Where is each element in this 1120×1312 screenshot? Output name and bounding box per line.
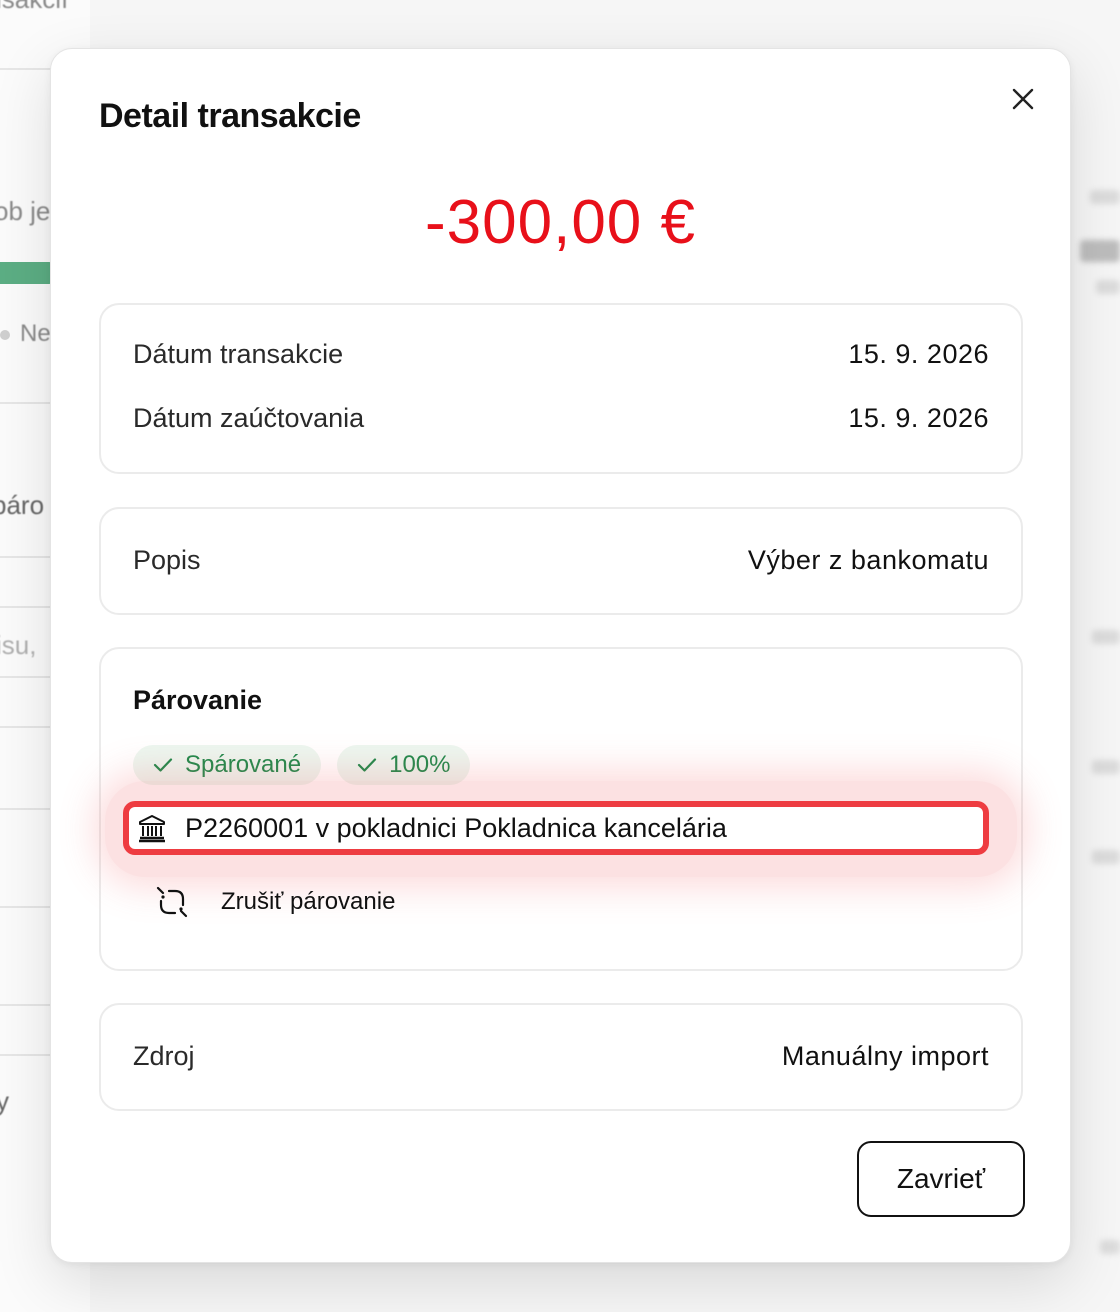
transaction-date-value: 15. 9. 2026	[848, 339, 989, 369]
unlink-icon	[156, 886, 188, 918]
background-text: páro	[0, 490, 45, 520]
description-value: Výber z bankomatu	[747, 545, 989, 575]
background-dot	[0, 330, 10, 340]
match-score-badge: 100%	[337, 745, 471, 785]
transaction-date-row: Dátum transakcie 15. 9. 2026	[133, 339, 989, 370]
pairing-title: Párovanie	[133, 685, 263, 715]
unpair-label: Zrušiť párovanie	[221, 888, 396, 915]
transaction-detail-dialog: Detail transakcie -300,00 € Dátum transa…	[50, 48, 1071, 1263]
linked-document-label: P2260001 v pokladnici Pokladnica kancelá…	[185, 812, 727, 843]
source-row: Zdroj Manuálny import	[133, 1041, 989, 1072]
posting-date-row: Dátum zaúčtovania 15. 9. 2026	[133, 403, 989, 434]
background-text: ob je	[0, 196, 51, 226]
background-text: isu,	[0, 630, 37, 660]
description-label: Popis	[133, 545, 201, 575]
pairing-badges: Spárované 100%	[133, 745, 471, 785]
check-icon	[153, 758, 173, 772]
linked-document-link[interactable]: P2260001 v pokladnici Pokladnica kancelá…	[123, 801, 989, 855]
dates-card: Dátum transakcie 15. 9. 2026 Dátum zaúčt…	[99, 303, 1023, 474]
posting-date-label: Dátum zaúčtovania	[133, 403, 365, 433]
source-card: Zdroj Manuálny import	[99, 1003, 1023, 1111]
check-icon	[357, 758, 377, 772]
background-text: isakcií	[0, 0, 68, 15]
bank-icon	[139, 815, 165, 843]
unpair-button[interactable]: Zrušiť párovanie	[155, 885, 395, 919]
pairing-card: Párovanie Spárované 100% P2260001 v pokl…	[99, 647, 1023, 971]
background-text: Ne	[20, 320, 51, 347]
paired-status-label: Spárované	[185, 751, 302, 778]
description-card: Popis Výber z bankomatu	[99, 507, 1023, 615]
source-value: Manuálny import	[781, 1041, 989, 1071]
transaction-amount: -300,00 €	[425, 188, 696, 257]
close-dialog-button[interactable]	[1007, 83, 1039, 115]
dialog-title: Detail transakcie	[99, 97, 361, 135]
paired-status-badge: Spárované	[133, 745, 322, 785]
source-label: Zdroj	[133, 1041, 195, 1071]
match-score-label: 100%	[389, 751, 451, 778]
close-button[interactable]: Zavrieť	[857, 1141, 1025, 1217]
close-icon	[1012, 88, 1034, 110]
transaction-date-label: Dátum transakcie	[133, 339, 344, 369]
background-text: y	[0, 1086, 9, 1116]
posting-date-value: 15. 9. 2026	[848, 403, 989, 433]
background-progress-bar	[0, 262, 55, 284]
description-row: Popis Výber z bankomatu	[133, 545, 989, 576]
